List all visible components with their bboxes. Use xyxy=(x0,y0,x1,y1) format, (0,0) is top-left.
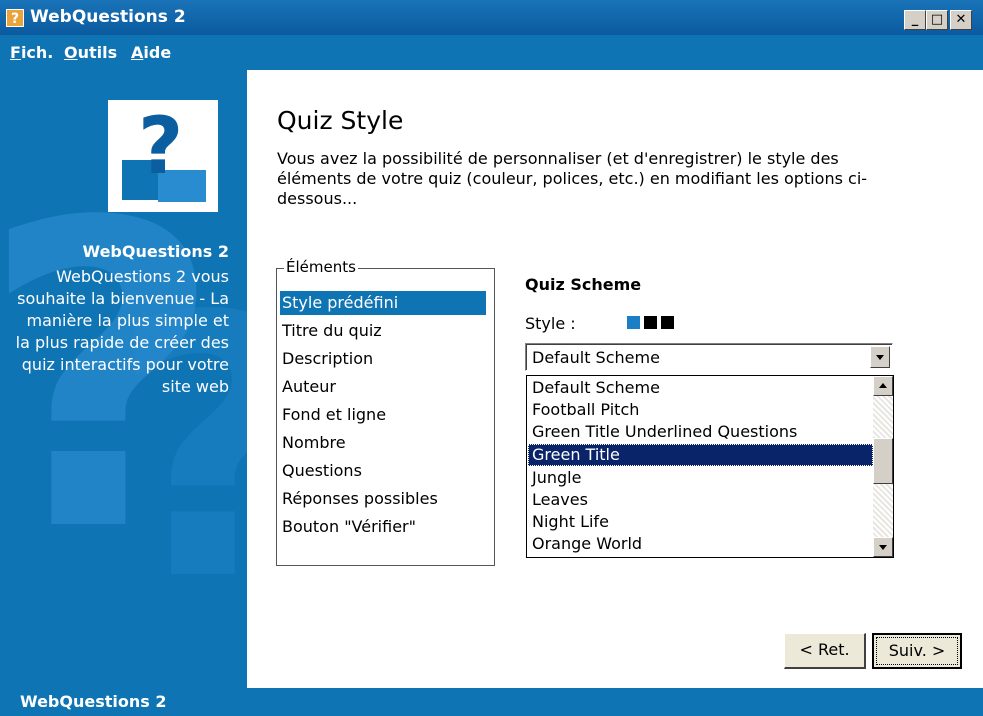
scroll-down-button[interactable] xyxy=(873,537,893,557)
scheme-option[interactable]: Orange World xyxy=(528,533,873,555)
menu-file[interactable]: Fich. xyxy=(10,43,53,62)
element-item-number[interactable]: Nombre xyxy=(280,431,486,455)
chevron-down-icon xyxy=(876,355,884,360)
scheme-option[interactable]: Night Life xyxy=(528,511,873,533)
page-title: Quiz Style xyxy=(277,106,404,135)
window-title: WebQuestions 2 xyxy=(30,7,186,27)
app-icon: ? xyxy=(6,9,24,27)
next-button-label: Suiv. > xyxy=(876,637,958,665)
sidebar-title: WebQuestions 2 xyxy=(82,242,230,261)
quiz-scheme-heading: Quiz Scheme xyxy=(525,275,642,294)
scheme-option-highlighted[interactable]: Green Title xyxy=(528,444,873,466)
arrow-down-icon xyxy=(879,545,887,550)
scheme-select-value: Default Scheme xyxy=(532,348,660,367)
app-logo: ? xyxy=(108,100,218,212)
menu-help[interactable]: Aide xyxy=(131,43,171,62)
scrollbar-thumb[interactable] xyxy=(873,438,893,484)
sidebar-welcome-text: WebQuestions 2 vous souhaite la bienvenu… xyxy=(15,267,229,396)
style-label: Style : xyxy=(525,314,576,333)
menu-tools[interactable]: Outils xyxy=(64,43,117,62)
element-item-predefined-style[interactable]: Style prédéfini xyxy=(280,291,486,315)
status-label: WebQuestions 2 xyxy=(20,692,167,711)
element-item-questions[interactable]: Questions xyxy=(280,459,486,483)
scroll-up-button[interactable] xyxy=(873,376,893,396)
element-item-quiz-title[interactable]: Titre du quiz xyxy=(280,319,486,343)
arrow-up-icon xyxy=(879,383,887,388)
maximize-button[interactable]: □ xyxy=(926,10,948,30)
close-button[interactable]: ✕ xyxy=(950,10,972,30)
next-button[interactable]: Suiv. > xyxy=(872,633,962,669)
color-swatch-1 xyxy=(627,316,640,329)
elements-legend: Éléments xyxy=(284,258,358,276)
back-button[interactable]: < Ret. xyxy=(784,633,866,669)
scheme-select-button[interactable] xyxy=(870,346,890,368)
sidebar-panel: ? ? ? WebQuestions 2 WebQuestions 2 vous… xyxy=(0,70,247,688)
scheme-option[interactable]: Football Pitch xyxy=(528,399,873,421)
element-item-answers[interactable]: Réponses possibles xyxy=(280,487,486,511)
scheme-option[interactable]: Default Scheme xyxy=(528,377,873,399)
element-item-author[interactable]: Auteur xyxy=(280,375,486,399)
element-item-background[interactable]: Fond et ligne xyxy=(280,403,486,427)
element-item-description[interactable]: Description xyxy=(280,347,486,371)
question-mark-icon: ? xyxy=(138,102,184,192)
scheme-dropdown-list[interactable]: Default Scheme Football Pitch Green Titl… xyxy=(526,375,894,558)
color-swatch-2 xyxy=(644,316,657,329)
dropdown-scrollbar[interactable] xyxy=(873,376,893,557)
scheme-option[interactable]: Jungle xyxy=(528,467,873,489)
scheme-option[interactable]: Green Title Underlined Questions xyxy=(528,421,873,443)
scheme-option[interactable]: Leaves xyxy=(528,489,873,511)
element-item-check-button[interactable]: Bouton "Vérifier" xyxy=(280,515,486,539)
page-description: Vous avez la possibilité de personnalise… xyxy=(277,149,868,208)
minimize-button[interactable]: _ xyxy=(904,10,926,30)
scheme-select[interactable]: Default Scheme xyxy=(525,343,893,371)
color-swatch-3 xyxy=(661,316,674,329)
status-bar: WebQuestions 2 xyxy=(0,688,983,716)
menu-bar: Fich. Outils Aide xyxy=(0,35,983,70)
title-bar: ? WebQuestions 2 _ □ ✕ xyxy=(0,0,983,35)
